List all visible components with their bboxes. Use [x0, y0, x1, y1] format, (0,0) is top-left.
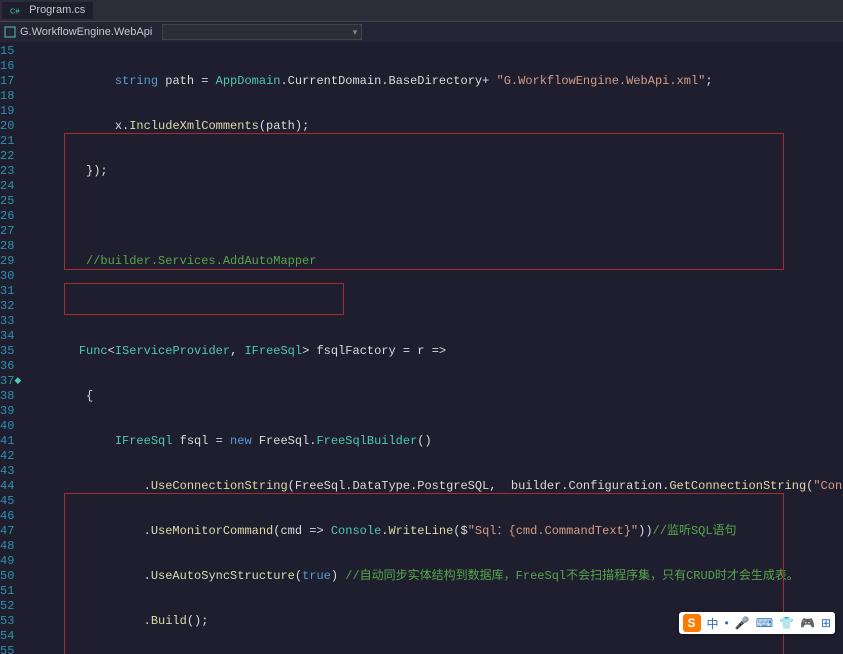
line-number: 29	[0, 254, 14, 269]
line-number: 42	[0, 449, 14, 464]
line-number: 41	[0, 434, 14, 449]
line-number: 39	[0, 404, 14, 419]
line-number: 46	[0, 509, 14, 524]
line-number: 20	[0, 119, 14, 134]
line-number: 53	[0, 614, 14, 629]
line-number: 35	[0, 344, 14, 359]
namespace-icon	[4, 26, 16, 38]
line-number: 36	[0, 359, 14, 374]
line-number: 51	[0, 584, 14, 599]
line-number: 17	[0, 74, 14, 89]
sogou-logo-icon: S	[683, 614, 701, 632]
line-number-gutter: 1516171819202122232425262728293031323334…	[0, 42, 24, 654]
line-number: 23	[0, 164, 14, 179]
line-number: 43	[0, 464, 14, 479]
ime-menu-icon[interactable]: ⊞	[821, 616, 831, 630]
line-number: 26	[0, 209, 14, 224]
line-number: 31	[0, 284, 14, 299]
line-number: 15	[0, 44, 14, 59]
highlight-box	[64, 133, 784, 270]
ime-voice-icon[interactable]: 🎤	[735, 616, 750, 630]
line-number: 55	[0, 644, 14, 654]
ime-lang-icon[interactable]: 中	[707, 615, 719, 632]
line-number: 16	[0, 59, 14, 74]
code-area[interactable]: string path = AppDomain.CurrentDomain.Ba…	[24, 42, 843, 654]
line-number: 27	[0, 224, 14, 239]
line-number: 18	[0, 89, 14, 104]
line-number: 38	[0, 389, 14, 404]
line-number: 45	[0, 494, 14, 509]
line-number: 50	[0, 569, 14, 584]
ime-toolbar[interactable]: S 中 • 🎤 ⌨ 👕 🎮 ⊞	[679, 612, 835, 634]
chevron-down-icon: ▾	[353, 27, 358, 38]
line-number: 52	[0, 599, 14, 614]
ime-game-icon[interactable]: 🎮	[800, 616, 815, 630]
line-number: 24	[0, 179, 14, 194]
line-number: 37	[0, 374, 14, 389]
line-number: 48	[0, 539, 14, 554]
line-number: 32	[0, 299, 14, 314]
line-number: 44	[0, 479, 14, 494]
line-number: 54	[0, 629, 14, 644]
line-number: 49	[0, 554, 14, 569]
line-number: 25	[0, 194, 14, 209]
line-number: 33	[0, 314, 14, 329]
line-number: 40	[0, 419, 14, 434]
line-number: 30	[0, 269, 14, 284]
line-number: 34	[0, 329, 14, 344]
code-lens-icon: ◆	[14, 376, 21, 386]
line-number: 19	[0, 104, 14, 119]
csharp-file-icon: C#	[10, 4, 29, 16]
member-dropdown[interactable]: ▾	[162, 24, 362, 40]
ime-skin-icon[interactable]: 👕	[779, 616, 794, 630]
line-number: 22	[0, 149, 14, 164]
file-tab[interactable]: C# Program.cs	[2, 2, 93, 18]
breadcrumb-path[interactable]: G.WorkflowEngine.WebApi	[20, 26, 152, 38]
breadcrumb-bar: G.WorkflowEngine.WebApi ▾	[0, 22, 843, 42]
tab-bar: C# Program.cs	[0, 0, 843, 22]
line-number: 47	[0, 524, 14, 539]
line-number: 28	[0, 239, 14, 254]
ime-punct-icon[interactable]: •	[725, 616, 729, 630]
tab-filename: Program.cs	[29, 4, 85, 16]
svg-text:C#: C#	[10, 6, 20, 15]
line-number: 21	[0, 134, 14, 149]
code-editor[interactable]: 1516171819202122232425262728293031323334…	[0, 42, 843, 654]
ime-keyboard-icon[interactable]: ⌨	[756, 616, 773, 630]
